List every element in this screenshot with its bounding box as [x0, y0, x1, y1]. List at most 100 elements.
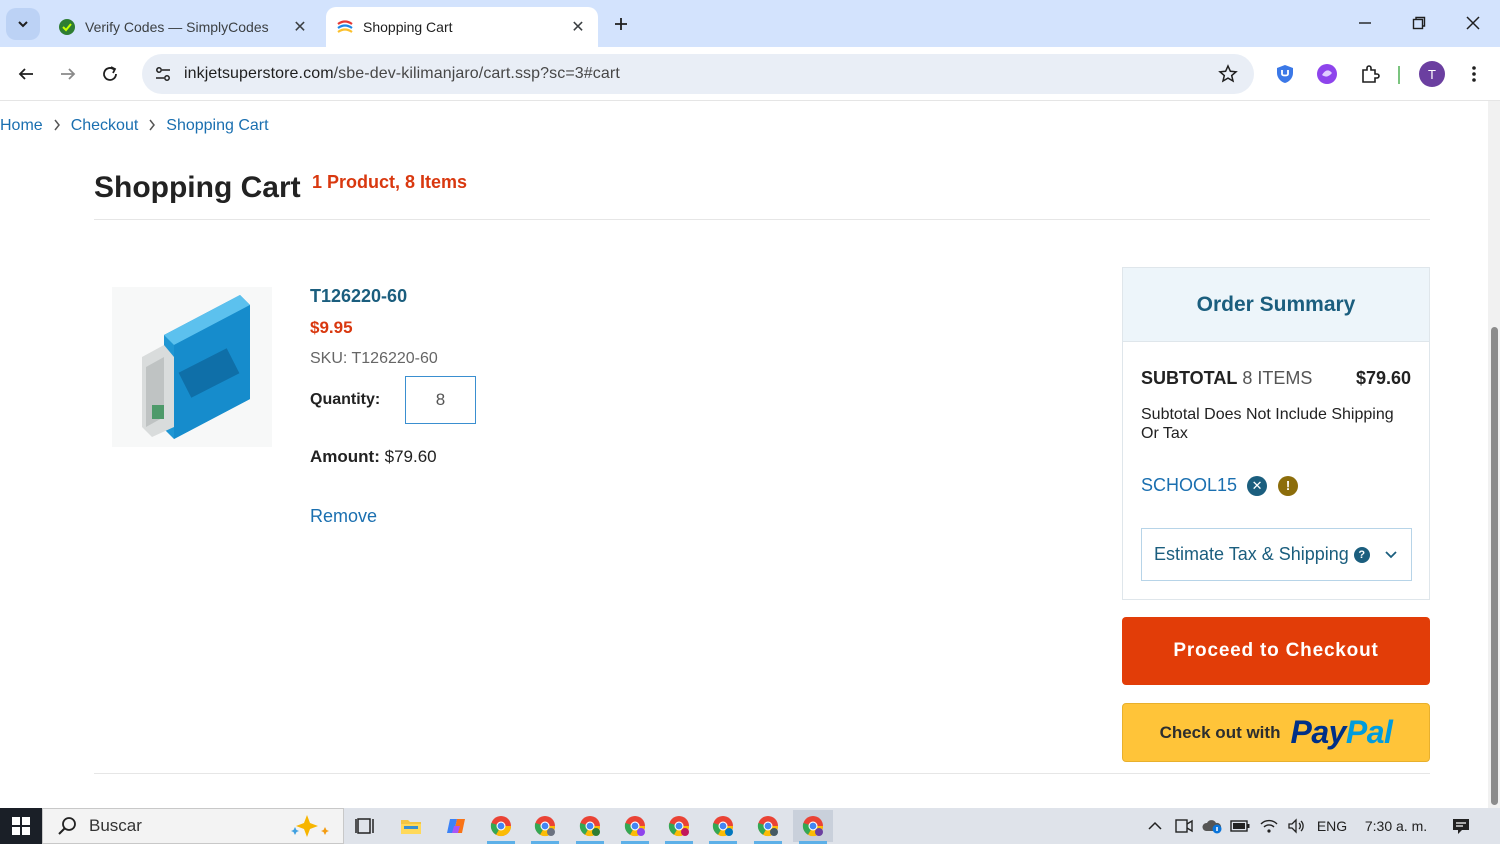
estimate-label: Estimate Tax & Shipping: [1154, 544, 1349, 564]
profile-avatar[interactable]: T: [1419, 61, 1445, 87]
browser-toolbar: inkjetsuperstore.com/sbe-dev-kilimanjaro…: [0, 47, 1500, 101]
url-host: inkjetsuperstore.com: [184, 65, 334, 82]
plus-icon: [615, 18, 627, 30]
extensions-puzzle-icon[interactable]: [1355, 59, 1385, 89]
remove-link[interactable]: Remove: [310, 506, 377, 527]
onedrive-icon[interactable]: [1199, 808, 1225, 844]
breadcrumb-home[interactable]: Home: [0, 117, 43, 135]
minimize-button[interactable]: [1347, 8, 1383, 38]
notifications-icon[interactable]: [1447, 808, 1475, 844]
close-icon[interactable]: ✕: [288, 15, 312, 39]
chrome-profile-icon[interactable]: [525, 810, 565, 844]
start-button[interactable]: [0, 808, 42, 844]
chevron-right-icon: [53, 119, 61, 134]
url-text: inkjetsuperstore.com/sbe-dev-kilimanjaro…: [184, 65, 620, 83]
reload-button[interactable]: [95, 59, 125, 89]
chevron-down-icon: [18, 21, 28, 28]
paypal-checkout-button[interactable]: Check out with PayPal: [1122, 703, 1430, 762]
warning-icon[interactable]: !: [1278, 475, 1299, 496]
new-tab-button[interactable]: [606, 10, 636, 38]
shield-extension-icon[interactable]: [1270, 59, 1300, 89]
windows-logo-icon: [12, 817, 30, 835]
chevron-down-icon: [1385, 551, 1397, 559]
clock[interactable]: 7:30 a. m.: [1358, 808, 1434, 844]
chrome-icon[interactable]: [481, 810, 521, 844]
scrollbar-thumb[interactable]: [1491, 327, 1498, 805]
browser-menu-icon[interactable]: [1459, 59, 1489, 89]
tab-title: Verify Codes — SimplyCodes: [85, 19, 269, 35]
restore-button[interactable]: [1401, 8, 1437, 38]
battery-icon[interactable]: [1228, 808, 1252, 844]
breadcrumb-checkout[interactable]: Checkout: [71, 117, 139, 135]
chrome-profile-icon[interactable]: [703, 810, 743, 844]
arrow-left-icon: [18, 68, 33, 80]
chrome-profile-icon[interactable]: [570, 810, 610, 844]
amount-label: Amount:: [310, 447, 380, 466]
volume-icon[interactable]: [1284, 808, 1308, 844]
page-scrollbar[interactable]: [1488, 101, 1500, 808]
wifi-icon[interactable]: [1257, 808, 1281, 844]
proceed-to-checkout-button[interactable]: Proceed to Checkout: [1122, 617, 1430, 685]
restore-icon: [1412, 16, 1426, 30]
divider: [94, 773, 1430, 774]
page-title: Shopping Cart: [94, 171, 301, 204]
product-amount: Amount: $79.60: [310, 447, 437, 467]
divider: [94, 219, 1430, 220]
chevron-right-icon: [148, 119, 156, 134]
simplycodes-favicon-icon: [58, 18, 76, 36]
applied-coupon: SCHOOL15 ✕ !: [1141, 475, 1299, 496]
chevron-up-icon[interactable]: [1143, 808, 1167, 844]
chrome-profile-icon[interactable]: [615, 810, 655, 844]
copilot-icon[interactable]: [436, 810, 476, 842]
close-icon: [1466, 16, 1480, 30]
back-button[interactable]: [11, 59, 41, 89]
meet-now-icon[interactable]: [1172, 808, 1196, 844]
windows-taskbar: Buscar ENG 7:30 a. m.: [0, 808, 1500, 844]
paypal-logo: PayPal: [1290, 714, 1392, 751]
task-view-icon[interactable]: [346, 810, 386, 842]
product-image[interactable]: [112, 287, 272, 447]
close-icon[interactable]: ✕: [566, 15, 590, 39]
order-summary-title: Order Summary: [1123, 268, 1429, 342]
file-explorer-icon[interactable]: [391, 810, 431, 842]
order-summary: Order Summary SUBTOTAL 8 ITEMS $79.60 Su…: [1122, 267, 1430, 600]
arrow-right-icon: [61, 68, 76, 80]
minimize-icon: [1359, 22, 1371, 24]
paypal-prefix: Check out with: [1159, 722, 1281, 742]
remove-coupon-icon[interactable]: ✕: [1247, 475, 1268, 496]
browser-tab-bar: Verify Codes — SimplyCodes ✕ Shopping Ca…: [0, 0, 1500, 47]
subtotal-label: SUBTOTAL 8 ITEMS: [1141, 368, 1312, 389]
site-info-icon[interactable]: [146, 59, 180, 89]
subtotal-note: Subtotal Does Not Include Shipping Or Ta…: [1141, 406, 1394, 442]
taskbar-search-text: Buscar: [89, 816, 142, 835]
url-path: /sbe-dev-kilimanjaro/cart.ssp?sc=3#cart: [333, 65, 620, 82]
language-indicator[interactable]: ENG: [1312, 808, 1352, 844]
product-name-link[interactable]: T126220-60: [310, 286, 407, 307]
tab-verify-codes[interactable]: Verify Codes — SimplyCodes ✕: [48, 7, 320, 47]
subtotal-heading: SUBTOTAL: [1141, 368, 1238, 388]
quantity-label: Quantity:: [310, 391, 381, 408]
paypal-logo-pay: Pay: [1290, 714, 1346, 750]
subtotal-items: 8 ITEMS: [1242, 368, 1313, 388]
taskbar-search[interactable]: Buscar: [42, 808, 344, 844]
chrome-profile-icon[interactable]: [748, 810, 788, 844]
address-bar[interactable]: inkjetsuperstore.com/sbe-dev-kilimanjaro…: [142, 54, 1254, 94]
simplycodes-extension-icon[interactable]: [1312, 59, 1342, 89]
tab-search-button[interactable]: [6, 8, 40, 40]
inkjet-favicon-icon: [336, 18, 354, 36]
help-icon[interactable]: ?: [1353, 546, 1370, 563]
close-window-button[interactable]: [1455, 8, 1491, 38]
tab-shopping-cart[interactable]: Shopping Cart ✕: [326, 7, 598, 47]
breadcrumb-current[interactable]: Shopping Cart: [166, 117, 268, 135]
paypal-logo-pal: Pal: [1345, 714, 1393, 750]
estimate-tax-shipping-dropdown[interactable]: Estimate Tax & Shipping ?: [1141, 528, 1412, 581]
bookmark-star-icon[interactable]: [1216, 62, 1240, 86]
forward-button[interactable]: [53, 59, 83, 89]
product-price: $9.95: [310, 318, 353, 337]
subtotal-value: $79.60: [1355, 368, 1411, 388]
sparkle-icon: [291, 815, 329, 837]
chrome-profile-icon[interactable]: [793, 810, 833, 844]
quantity-input[interactable]: [405, 376, 476, 424]
page-content: Home Checkout Shopping Cart Shopping Car…: [0, 101, 1488, 808]
chrome-profile-icon[interactable]: [659, 810, 699, 844]
